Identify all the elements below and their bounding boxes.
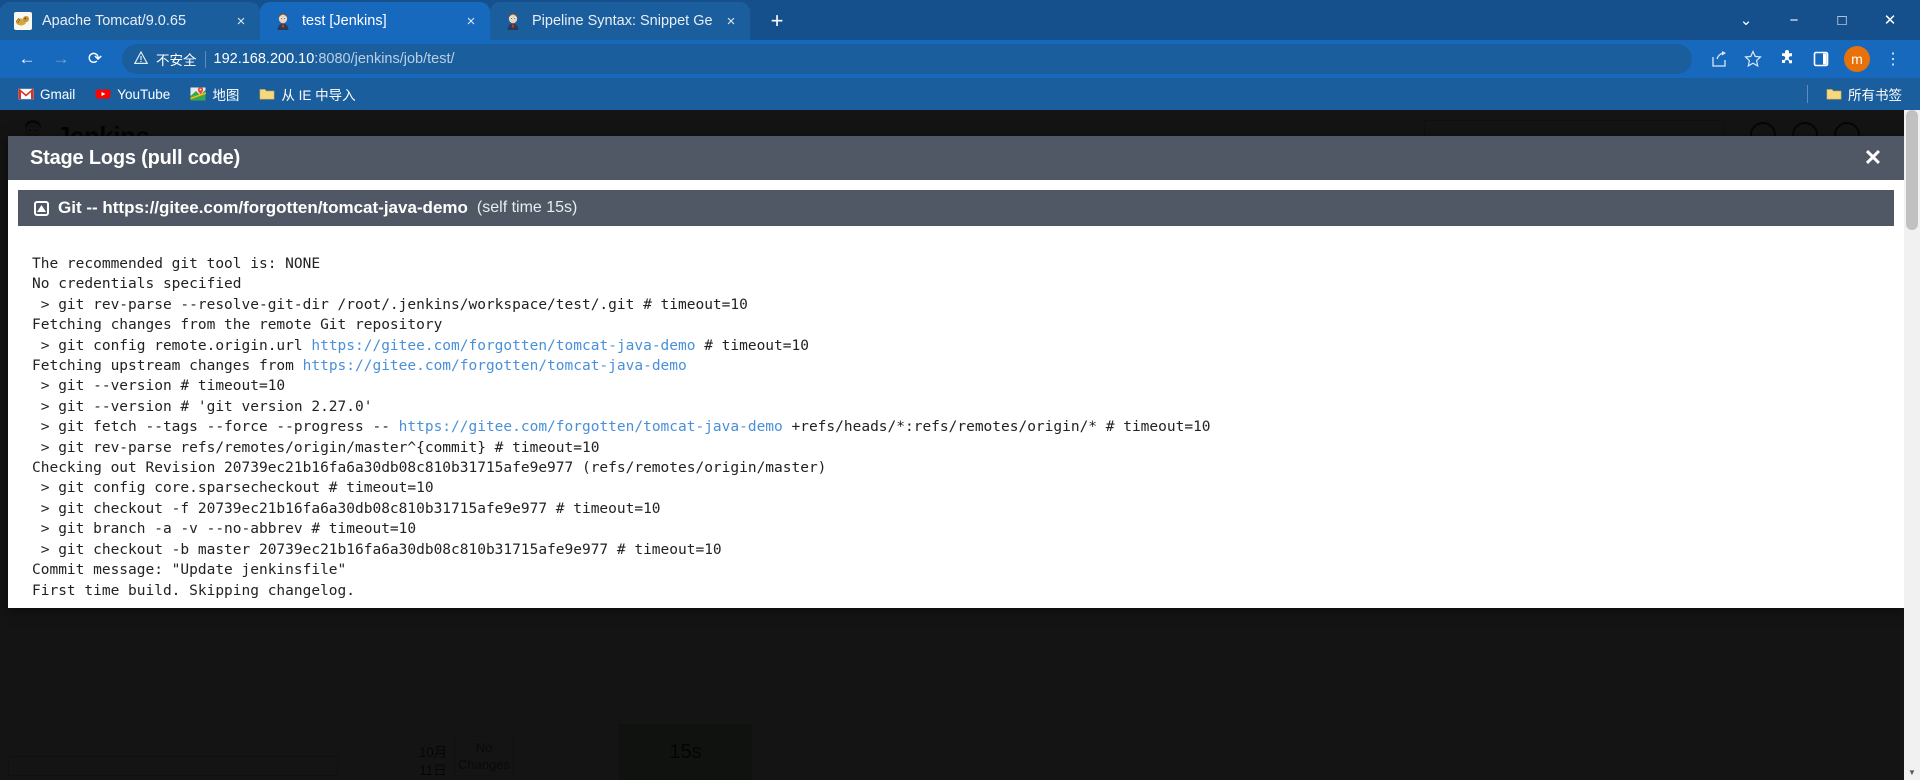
log-line: > git checkout -f 20739ec21b16fa6a30db08… xyxy=(32,500,661,517)
forward-button[interactable]: → xyxy=(46,44,76,74)
log-line: The recommended git tool is: NONE xyxy=(32,256,321,272)
page-scrollbar[interactable]: ▲ ▼ xyxy=(1904,110,1920,780)
youtube-icon xyxy=(95,86,111,102)
tab-title: Apache Tomcat/9.0.65 xyxy=(42,13,187,29)
bookmark-gmail[interactable]: Gmail xyxy=(10,83,83,105)
bookmark-label: YouTube xyxy=(117,86,171,102)
url-path: :8080/jenkins/job/test/ xyxy=(314,51,455,67)
security-warning-text: 不安全 xyxy=(156,53,197,68)
share-icon[interactable] xyxy=(1704,44,1734,74)
browser-window: Apache Tomcat/9.0.65 × test [Jenkins] × … xyxy=(0,0,1920,780)
log-line: > git --version # 'git version 2.27.0' xyxy=(32,398,373,415)
bookmark-label: 地图 xyxy=(212,88,240,103)
star-icon[interactable] xyxy=(1738,44,1768,74)
log-line: > git config core.sparsecheckout # timeo… xyxy=(32,480,434,497)
jenkins-icon xyxy=(504,12,522,30)
bookmark-ie-import-folder[interactable]: 从 IE 中导入 xyxy=(251,81,363,107)
folder-icon xyxy=(259,86,275,102)
close-icon[interactable]: ✕ xyxy=(1860,145,1886,171)
close-icon[interactable]: × xyxy=(232,12,250,30)
log-line: Commit message: "Update jenkinsfile" xyxy=(32,562,347,579)
stage-logs-modal: Stage Logs (pull code) ✕ Git -- https://… xyxy=(8,136,1904,608)
browser-chrome: Apache Tomcat/9.0.65 × test [Jenkins] × … xyxy=(0,0,1920,110)
bookmark-label: Gmail xyxy=(40,86,76,102)
new-tab-button[interactable]: + xyxy=(760,4,794,38)
tab-strip: Apache Tomcat/9.0.65 × test [Jenkins] × … xyxy=(0,0,1920,40)
log-line: No credentials specified xyxy=(32,276,242,293)
address-bar[interactable]: 不安全 192.168.200.10:8080/jenkins/job/test… xyxy=(122,44,1692,74)
log-line: Fetching changes from the remote Git rep… xyxy=(32,317,443,334)
log-output: The recommended git tool is: NONE No cred… xyxy=(18,254,1894,601)
bookmark-all-bookmarks[interactable]: 所有书签 xyxy=(1818,81,1910,107)
scroll-down-icon[interactable]: ▼ xyxy=(1904,764,1920,780)
log-link[interactable]: https://gitee.com/forgotten/tomcat-java-… xyxy=(303,358,687,374)
close-window-button[interactable]: ✕ xyxy=(1868,1,1912,39)
log-line: Fetching upstream changes from https://g… xyxy=(32,358,687,375)
log-link[interactable]: https://gitee.com/forgotten/tomcat-java-… xyxy=(399,419,783,435)
url-host: 192.168.200.10 xyxy=(213,51,315,67)
window-controls: ⌄ − □ ✕ xyxy=(1724,0,1920,40)
bookmarks-divider xyxy=(1807,85,1808,103)
url-text: 192.168.200.10:8080/jenkins/job/test/ xyxy=(214,51,455,67)
close-icon[interactable]: × xyxy=(722,12,740,30)
warning-triangle-icon[interactable] xyxy=(133,50,149,68)
modal-title: Stage Logs (pull code) xyxy=(30,146,241,169)
modal-body: Git -- https://gitee.com/forgotten/tomca… xyxy=(8,180,1904,608)
log-line: > git branch -a -v --no-abbrev # timeout… xyxy=(32,521,417,538)
tomcat-icon xyxy=(14,12,32,30)
log-line: > git fetch --tags --force --progress --… xyxy=(32,419,1211,436)
bookmarks-bar: Gmail YouTube 地图 从 IE 中导入 所有书签 xyxy=(0,78,1920,110)
log-line: > git rev-parse --resolve-git-dir /root/… xyxy=(32,296,748,313)
tab-search-icon[interactable]: ⌄ xyxy=(1724,1,1768,39)
tab-title: Pipeline Syntax: Snippet Gene xyxy=(532,13,712,29)
scrollbar-thumb[interactable] xyxy=(1906,110,1918,230)
tab-title: test [Jenkins] xyxy=(302,13,387,29)
gmail-icon xyxy=(18,86,34,102)
sidepanel-icon[interactable] xyxy=(1806,44,1836,74)
maps-icon xyxy=(190,86,207,102)
log-link[interactable]: https://gitee.com/forgotten/tomcat-java-… xyxy=(311,338,695,354)
log-line: > git checkout -b master 20739ec21b16fa6… xyxy=(32,541,722,558)
tab-test-jenkins[interactable]: test [Jenkins] × xyxy=(260,2,490,40)
bookmark-label: 从 IE 中导入 xyxy=(281,88,356,103)
reload-button[interactable]: ⟳ xyxy=(80,44,110,74)
log-line: > git --version # timeout=10 xyxy=(32,378,286,395)
folder-icon xyxy=(1826,86,1842,102)
log-line: > git rev-parse refs/remotes/origin/mast… xyxy=(32,439,600,456)
profile-avatar[interactable]: m xyxy=(1844,46,1870,72)
collapse-triangle-icon[interactable] xyxy=(34,200,49,216)
chrome-menu-icon[interactable]: ⋮ xyxy=(1878,44,1908,74)
bookmark-label: 所有书签 xyxy=(1848,88,1902,103)
minimize-button[interactable]: − xyxy=(1772,1,1816,39)
log-section-title: Git -- https://gitee.com/forgotten/tomca… xyxy=(58,198,468,217)
log-section-self-time: (self time 15s) xyxy=(476,199,578,216)
close-icon[interactable]: × xyxy=(462,12,480,30)
modal-header: Stage Logs (pull code) ✕ xyxy=(8,136,1904,180)
jenkins-icon xyxy=(274,12,292,30)
maximize-button[interactable]: □ xyxy=(1820,1,1864,39)
log-line: First time build. Skipping changelog. xyxy=(32,582,356,599)
log-line: > git config remote.origin.url https://g… xyxy=(32,337,809,354)
bookmark-maps[interactable]: 地图 xyxy=(182,81,247,107)
omnibox-divider xyxy=(204,50,206,68)
log-section: Git -- https://gitee.com/forgotten/tomca… xyxy=(18,190,1894,601)
log-section-header[interactable]: Git -- https://gitee.com/forgotten/tomca… xyxy=(18,190,1894,226)
tab-pipeline-syntax[interactable]: Pipeline Syntax: Snippet Gene × xyxy=(490,2,750,40)
tab-apache-tomcat[interactable]: Apache Tomcat/9.0.65 × xyxy=(0,2,260,40)
browser-toolbar: ← → ⟳ 不安全 192.168.200.10:8080/jenkins/jo… xyxy=(0,40,1920,78)
bookmark-youtube[interactable]: YouTube xyxy=(87,83,178,105)
back-button[interactable]: ← xyxy=(12,44,42,74)
log-line: Checking out Revision 20739ec21b16fa6a30… xyxy=(32,460,827,477)
puzzle-icon[interactable] xyxy=(1772,44,1802,74)
